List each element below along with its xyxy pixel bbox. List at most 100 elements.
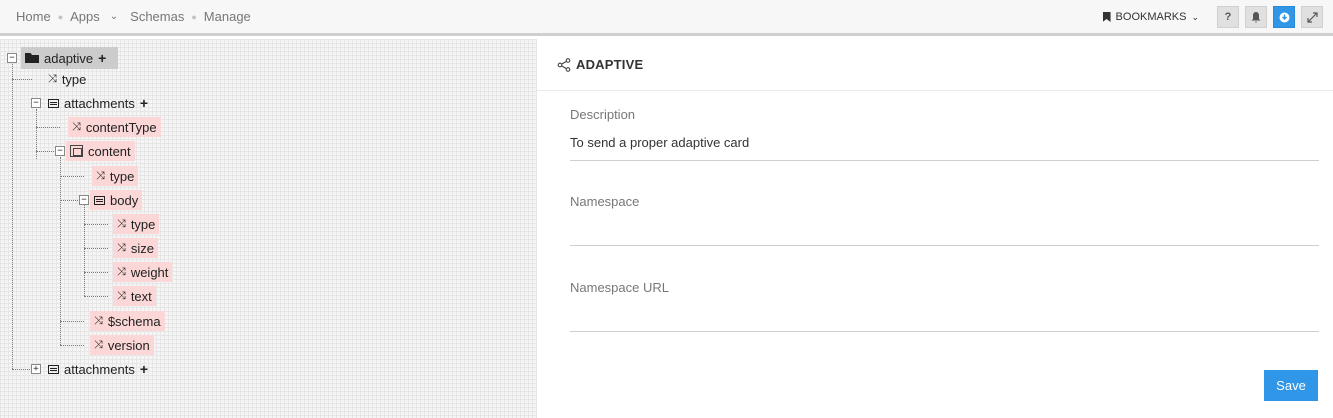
breadcrumb-separator: ● <box>57 11 64 22</box>
shuffle-icon: ⤨ <box>117 241 126 254</box>
add-child-icon[interactable]: + <box>140 361 148 377</box>
tree-node-label: adaptive <box>44 50 94 66</box>
tree-node-label: type <box>109 168 135 184</box>
namespace-url-field[interactable] <box>570 306 1319 332</box>
notifications-button[interactable] <box>1245 6 1267 28</box>
tree-node-label: body <box>110 192 139 208</box>
tree-node-label: type <box>130 216 156 232</box>
download-icon <box>1279 12 1289 22</box>
tree-node-label: contentType <box>85 119 157 135</box>
description-label: Description <box>570 107 636 122</box>
collapse-toggle[interactable]: − <box>79 195 89 205</box>
download-button[interactable] <box>1273 6 1295 28</box>
tree-connector <box>60 321 84 322</box>
tree-connector <box>12 53 13 369</box>
help-button[interactable]: ? <box>1217 6 1239 28</box>
tree-connector <box>60 157 61 345</box>
tree-node-version[interactable]: ⤨ version <box>90 335 154 355</box>
namespace-field[interactable] <box>570 220 1319 246</box>
tree-connector <box>84 248 108 249</box>
tree-node-label: $schema <box>107 313 161 329</box>
tree-node-adaptive[interactable]: adaptive + <box>21 47 118 69</box>
breadcrumb-schemas[interactable]: Schemas <box>130 9 184 24</box>
object-icon <box>70 145 83 157</box>
tree-node-attachments-2[interactable]: attachments + <box>44 359 152 379</box>
list-icon <box>48 364 59 374</box>
detail-title: ADAPTIVE <box>576 57 644 72</box>
toolbar-right: BOOKMARKS ⌄ ? <box>1102 6 1323 28</box>
bell-icon <box>1251 11 1261 23</box>
detail-header: ADAPTIVE <box>537 39 1333 91</box>
bookmarks-dropdown[interactable]: BOOKMARKS ⌄ <box>1102 11 1199 23</box>
chevron-down-icon[interactable]: ⌄ <box>110 11 118 22</box>
tree-node-content-type[interactable]: ⤨ type <box>92 166 139 186</box>
collapse-toggle[interactable]: − <box>55 146 65 156</box>
tree-node-label: weight <box>130 264 169 280</box>
tree-node-type[interactable]: ⤨ type <box>44 69 90 89</box>
tree-connector <box>84 224 108 225</box>
folder-open-icon <box>25 53 39 63</box>
tree-connector <box>36 127 60 128</box>
tree-connector <box>60 200 80 201</box>
tree-node-text[interactable]: ⤨ text <box>113 286 156 306</box>
tree-connector <box>12 369 32 370</box>
tree-node-label: attachments <box>64 95 135 111</box>
namespace-field-group: Namespace <box>570 194 1319 246</box>
tree-node-body-type[interactable]: ⤨ type <box>113 214 160 234</box>
schema-tree-panel: − − − − + adaptive + ⤨ type attachments … <box>0 39 537 418</box>
expand-toggle[interactable]: + <box>31 364 41 374</box>
breadcrumb-home[interactable]: Home <box>16 9 51 24</box>
fullscreen-button[interactable] <box>1301 6 1323 28</box>
shuffle-icon: ⤨ <box>117 289 126 302</box>
shuffle-icon: ⤨ <box>94 338 103 351</box>
tree-node-body[interactable]: body <box>90 190 143 210</box>
bookmark-icon <box>1102 12 1111 22</box>
shuffle-icon: ⤨ <box>96 169 105 182</box>
save-button[interactable]: Save <box>1264 370 1318 401</box>
breadcrumb-manage[interactable]: Manage <box>204 9 251 24</box>
breadcrumb: Home ● Apps ⌄ Schemas ● Manage <box>16 9 251 24</box>
bookmarks-label: BOOKMARKS <box>1115 11 1187 23</box>
expand-icon <box>1306 11 1318 23</box>
add-child-icon[interactable]: + <box>98 50 106 66</box>
tree-node-label: version <box>107 337 150 353</box>
tree-connector <box>84 205 85 296</box>
tree-connector <box>12 79 32 80</box>
description-field-group: Description To send a proper adaptive ca… <box>570 107 1319 161</box>
tree-node-attachments[interactable]: attachments + <box>44 93 152 113</box>
schema-detail-panel: ADAPTIVE Description To send a proper ad… <box>537 39 1333 418</box>
tree-node-size[interactable]: ⤨ size <box>113 238 158 258</box>
breadcrumb-separator: ● <box>191 11 197 22</box>
collapse-toggle[interactable]: − <box>31 98 41 108</box>
tree-node-label: text <box>130 288 152 304</box>
namespace-url-label: Namespace URL <box>570 280 669 295</box>
tree-node-contenttype[interactable]: ⤨ contentType <box>68 117 161 137</box>
add-child-icon[interactable]: + <box>140 95 148 111</box>
tree-connector <box>60 345 84 346</box>
tree-node-label: size <box>130 240 154 256</box>
tree-node-label: content <box>88 143 131 159</box>
shuffle-icon: ⤨ <box>48 72 57 85</box>
tree-node-weight[interactable]: ⤨ weight <box>113 262 173 282</box>
share-icon <box>557 57 571 72</box>
breadcrumb-apps[interactable]: Apps <box>70 9 100 24</box>
tree-connector <box>84 296 108 297</box>
question-icon: ? <box>1224 11 1232 23</box>
tree-node-label: attachments <box>64 361 135 377</box>
tree-connector <box>84 272 108 273</box>
top-navbar: Home ● Apps ⌄ Schemas ● Manage BOOKMARKS… <box>0 0 1333 36</box>
shuffle-icon: ⤨ <box>117 217 126 230</box>
tree-connector <box>60 176 84 177</box>
tree-node-content[interactable]: content <box>66 141 135 161</box>
shuffle-icon: ⤨ <box>72 120 81 133</box>
namespace-label: Namespace <box>570 194 640 209</box>
description-field[interactable]: To send a proper adaptive card <box>570 135 1319 161</box>
shuffle-icon: ⤨ <box>94 314 103 327</box>
collapse-toggle[interactable]: − <box>7 53 17 63</box>
tree-connector <box>36 151 56 152</box>
list-icon <box>94 195 105 205</box>
namespace-url-field-group: Namespace URL <box>570 280 1319 332</box>
shuffle-icon: ⤨ <box>117 265 126 278</box>
tree-node-schema[interactable]: ⤨ $schema <box>90 311 165 331</box>
chevron-down-icon: ⌄ <box>1191 11 1199 22</box>
